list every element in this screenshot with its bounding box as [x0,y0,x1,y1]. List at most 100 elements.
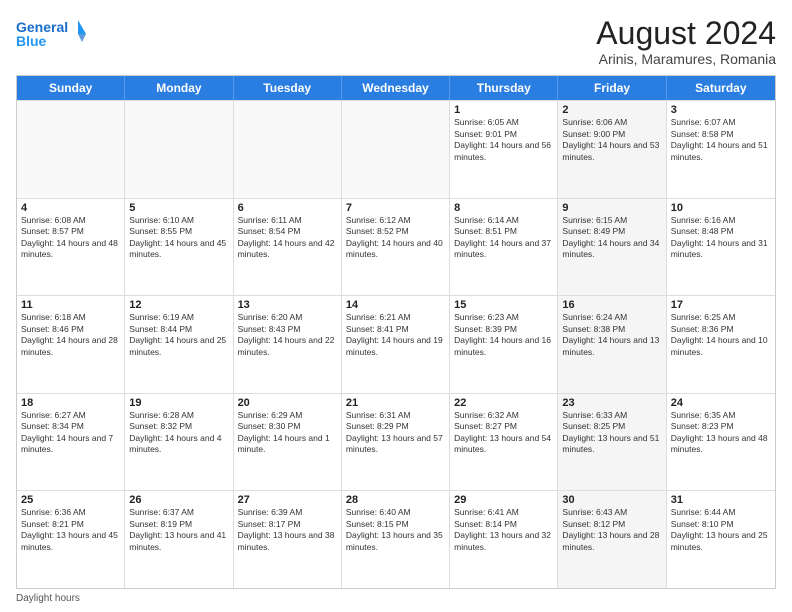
cell-sunrise: Sunrise: 6:29 AM [238,410,337,421]
day-number: 29 [454,494,553,506]
calendar-cell-0-5: 2 Sunrise: 6:06 AM Sunset: 9:00 PM Dayli… [558,101,666,198]
cell-sunset: Sunset: 8:58 PM [671,129,771,140]
calendar-row-1: 4 Sunrise: 6:08 AM Sunset: 8:57 PM Dayli… [17,198,775,296]
cell-sunrise: Sunrise: 6:23 AM [454,312,553,323]
cell-sunrise: Sunrise: 6:40 AM [346,507,445,518]
cell-sunset: Sunset: 8:57 PM [21,226,120,237]
cell-sunset: Sunset: 8:23 PM [671,421,771,432]
calendar-cell-1-2: 6 Sunrise: 6:11 AM Sunset: 8:54 PM Dayli… [234,199,342,296]
weekday-header-friday: Friday [558,76,666,100]
cell-daylight: Daylight: 13 hours and 41 minutes. [129,530,228,553]
day-number: 6 [238,202,337,214]
calendar-cell-4-2: 27 Sunrise: 6:39 AM Sunset: 8:17 PM Dayl… [234,491,342,588]
calendar-cell-2-2: 13 Sunrise: 6:20 AM Sunset: 8:43 PM Dayl… [234,296,342,393]
cell-sunrise: Sunrise: 6:44 AM [671,507,771,518]
day-number: 20 [238,397,337,409]
cell-sunrise: Sunrise: 6:18 AM [21,312,120,323]
day-number: 13 [238,299,337,311]
day-number: 26 [129,494,228,506]
calendar-header: SundayMondayTuesdayWednesdayThursdayFrid… [17,76,775,100]
cell-daylight: Daylight: 14 hours and 31 minutes. [671,238,771,261]
logo: General Blue [16,16,86,52]
day-number: 28 [346,494,445,506]
cell-sunset: Sunset: 8:29 PM [346,421,445,432]
cell-sunrise: Sunrise: 6:43 AM [562,507,661,518]
cell-sunset: Sunset: 8:14 PM [454,519,553,530]
calendar-row-3: 18 Sunrise: 6:27 AM Sunset: 8:34 PM Dayl… [17,393,775,491]
day-number: 7 [346,202,445,214]
cell-daylight: Daylight: 14 hours and 28 minutes. [21,335,120,358]
calendar-cell-3-0: 18 Sunrise: 6:27 AM Sunset: 8:34 PM Dayl… [17,394,125,491]
day-number: 21 [346,397,445,409]
calendar-cell-3-4: 22 Sunrise: 6:32 AM Sunset: 8:27 PM Dayl… [450,394,558,491]
calendar-cell-4-6: 31 Sunrise: 6:44 AM Sunset: 8:10 PM Dayl… [667,491,775,588]
cell-daylight: Daylight: 14 hours and 4 minutes. [129,433,228,456]
calendar-cell-0-2 [234,101,342,198]
cell-sunrise: Sunrise: 6:20 AM [238,312,337,323]
cell-sunrise: Sunrise: 6:11 AM [238,215,337,226]
cell-sunset: Sunset: 8:54 PM [238,226,337,237]
day-number: 10 [671,202,771,214]
day-number: 31 [671,494,771,506]
day-number: 14 [346,299,445,311]
cell-sunrise: Sunrise: 6:12 AM [346,215,445,226]
cell-sunset: Sunset: 8:41 PM [346,324,445,335]
day-number: 15 [454,299,553,311]
day-number: 5 [129,202,228,214]
day-number: 2 [562,104,661,116]
day-number: 23 [562,397,661,409]
calendar-cell-1-0: 4 Sunrise: 6:08 AM Sunset: 8:57 PM Dayli… [17,199,125,296]
cell-daylight: Daylight: 14 hours and 7 minutes. [21,433,120,456]
day-number: 16 [562,299,661,311]
calendar-cell-2-5: 16 Sunrise: 6:24 AM Sunset: 8:38 PM Dayl… [558,296,666,393]
calendar-cell-3-5: 23 Sunrise: 6:33 AM Sunset: 8:25 PM Dayl… [558,394,666,491]
cell-sunset: Sunset: 8:38 PM [562,324,661,335]
calendar-cell-3-3: 21 Sunrise: 6:31 AM Sunset: 8:29 PM Dayl… [342,394,450,491]
logo-svg: General Blue [16,16,86,52]
cell-daylight: Daylight: 13 hours and 35 minutes. [346,530,445,553]
cell-sunset: Sunset: 8:21 PM [21,519,120,530]
cell-sunset: Sunset: 8:17 PM [238,519,337,530]
day-number: 12 [129,299,228,311]
cell-daylight: Daylight: 14 hours and 19 minutes. [346,335,445,358]
cell-sunrise: Sunrise: 6:24 AM [562,312,661,323]
weekday-header-wednesday: Wednesday [342,76,450,100]
calendar-cell-1-5: 9 Sunrise: 6:15 AM Sunset: 8:49 PM Dayli… [558,199,666,296]
cell-daylight: Daylight: 13 hours and 51 minutes. [562,433,661,456]
cell-sunrise: Sunrise: 6:07 AM [671,117,771,128]
calendar-cell-2-4: 15 Sunrise: 6:23 AM Sunset: 8:39 PM Dayl… [450,296,558,393]
cell-sunset: Sunset: 8:30 PM [238,421,337,432]
day-number: 4 [21,202,120,214]
cell-daylight: Daylight: 13 hours and 32 minutes. [454,530,553,553]
cell-sunrise: Sunrise: 6:19 AM [129,312,228,323]
cell-sunrise: Sunrise: 6:36 AM [21,507,120,518]
page: General Blue August 2024 Arinis, Maramur… [0,0,792,612]
cell-sunset: Sunset: 8:25 PM [562,421,661,432]
day-number: 18 [21,397,120,409]
calendar-cell-4-0: 25 Sunrise: 6:36 AM Sunset: 8:21 PM Dayl… [17,491,125,588]
day-number: 19 [129,397,228,409]
cell-sunrise: Sunrise: 6:32 AM [454,410,553,421]
calendar-cell-0-3 [342,101,450,198]
day-number: 9 [562,202,661,214]
cell-sunset: Sunset: 8:43 PM [238,324,337,335]
cell-daylight: Daylight: 14 hours and 48 minutes. [21,238,120,261]
cell-daylight: Daylight: 13 hours and 28 minutes. [562,530,661,553]
footer-note: Daylight hours [16,593,776,604]
calendar-cell-1-6: 10 Sunrise: 6:16 AM Sunset: 8:48 PM Dayl… [667,199,775,296]
cell-daylight: Daylight: 13 hours and 54 minutes. [454,433,553,456]
location-subtitle: Arinis, Maramures, Romania [596,51,776,67]
calendar-cell-2-3: 14 Sunrise: 6:21 AM Sunset: 8:41 PM Dayl… [342,296,450,393]
calendar-cell-4-5: 30 Sunrise: 6:43 AM Sunset: 8:12 PM Dayl… [558,491,666,588]
cell-daylight: Daylight: 13 hours and 45 minutes. [21,530,120,553]
day-number: 30 [562,494,661,506]
cell-sunset: Sunset: 8:55 PM [129,226,228,237]
cell-daylight: Daylight: 14 hours and 10 minutes. [671,335,771,358]
cell-daylight: Daylight: 13 hours and 25 minutes. [671,530,771,553]
header: General Blue August 2024 Arinis, Maramur… [16,16,776,67]
cell-sunset: Sunset: 8:52 PM [346,226,445,237]
cell-sunrise: Sunrise: 6:21 AM [346,312,445,323]
cell-sunrise: Sunrise: 6:14 AM [454,215,553,226]
cell-sunset: Sunset: 8:12 PM [562,519,661,530]
month-year-title: August 2024 [596,16,776,51]
